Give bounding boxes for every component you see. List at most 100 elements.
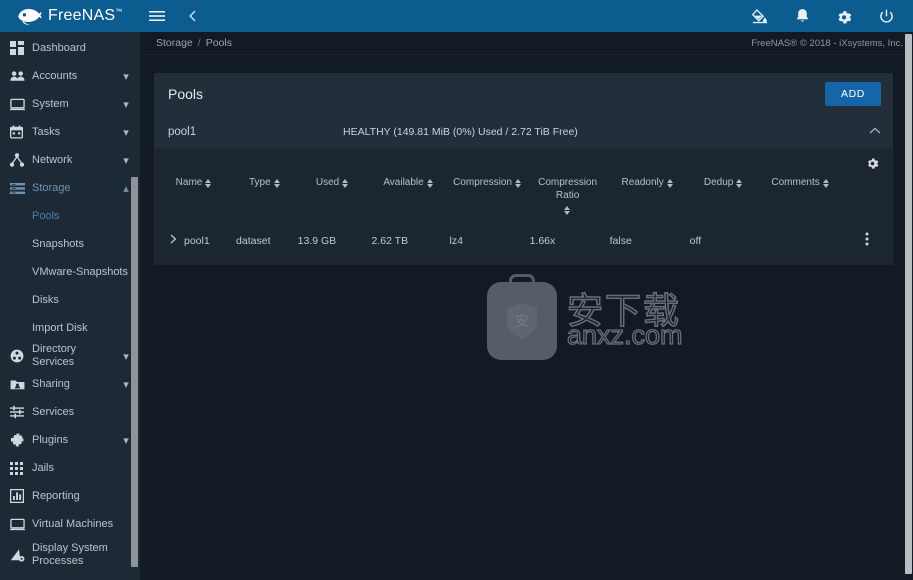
storage-stack-icon [10,182,32,195]
sidebar-item-system[interactable]: System ▾ [0,90,140,118]
chevron-up-icon[interactable] [869,126,881,138]
sidebar-scrollbar-thumb[interactable] [131,177,138,567]
watermark-shield-icon [507,303,537,339]
sidebar-item-services[interactable]: Services [0,398,140,426]
pools-card-header: Pools ADD [154,73,893,115]
sidebar-item-storage[interactable]: Storage ▴ [0,174,140,202]
sort-icon[interactable] [273,178,281,189]
sidebar-item-directory-services[interactable]: Directory Services ▾ [0,342,140,370]
sidebar-subitem-label: Pools [32,210,60,222]
freenas-fish-logo-icon [16,6,42,26]
brand-area[interactable]: FreeNAS™ [0,0,140,32]
column-header-actions [842,175,893,224]
row-kebab-menu-icon[interactable] [865,232,869,249]
main-content-area: Storage / Pools FreeNAS® © 2018 - iXsyst… [140,32,913,580]
power-icon[interactable] [875,5,897,27]
cell-actions [842,224,893,257]
sidebar-item-label: Reporting [32,489,80,502]
sidebar-item-sharing[interactable]: Sharing ▾ [0,370,140,398]
sort-icon[interactable] [564,205,571,216]
sidebar-item-label: Directory Services [32,343,77,368]
sidebar-caret[interactable]: ▾ [120,126,132,139]
sidebar-item-shell[interactable]: Shell [0,572,140,580]
column-header-name[interactable]: Name [154,175,234,224]
sort-icon[interactable] [666,178,674,189]
sort-icon[interactable] [426,178,434,189]
watermark-domain-text: anxz.com [566,320,683,351]
theme-picker-icon[interactable] [749,5,771,27]
breadcrumb-storage[interactable]: Storage [156,37,193,49]
table-settings-gear-icon[interactable] [866,156,879,169]
chevron-right-icon[interactable] [170,234,177,247]
pool-summary-row[interactable]: pool1 HEALTHY (149.81 MiB (0%) Used / 2.… [154,115,893,149]
sort-icon[interactable] [736,178,743,189]
add-pool-button[interactable]: ADD [825,82,881,106]
column-header-comments[interactable]: Comments [760,175,842,224]
plugins-puzzle-icon [10,433,32,447]
sidebar-subitem-import-disk[interactable]: Import Disk [0,314,140,342]
sidebar-item-dashboard[interactable]: Dashboard [0,34,140,62]
column-header-compression[interactable]: Compression [448,175,528,224]
system-processes-icon [10,548,32,562]
breadcrumb-separator: / [197,37,201,49]
tasks-calendar-icon [10,125,32,139]
cell-name: pool1 [154,224,234,257]
pool-name-label: pool1 [168,125,197,138]
dashboard-grid-icon [10,41,32,55]
freenas-app-window: FreeNAS™ Dashboard Accounts ▾ System ▾ T… [0,0,913,580]
sort-icon[interactable] [342,178,349,189]
column-header-used[interactable]: Used [296,175,370,224]
column-header-compression-ratio[interactable]: Compression Ratio [528,175,608,224]
sidebar-item-network[interactable]: Network ▾ [0,146,140,174]
sidebar-subitem-pools[interactable]: Pools [0,202,140,230]
page-scrollbar-thumb[interactable] [905,34,912,574]
table-toolbar [154,149,893,175]
page-scrollbar[interactable] [904,32,913,580]
chevron-left-icon[interactable] [182,5,204,27]
sidebar-item-label: Services [32,405,75,418]
page-title: Pools [168,86,204,102]
directory-services-icon [10,349,32,363]
sort-icon[interactable] [822,178,830,189]
pools-table-wrapper: Name Type Used Available Compression Com… [154,149,893,265]
table-row[interactable]: pool1 dataset 13.9 GB 2.62 TB lz4 1.66x … [154,224,893,257]
sidebar-item-plugins[interactable]: Plugins ▾ [0,426,140,454]
column-header-dedup[interactable]: Dedup [688,175,760,224]
notifications-bell-icon[interactable] [791,5,813,27]
sidebar-item-label: System [32,97,69,110]
sidebar-caret[interactable]: ▾ [120,98,132,111]
sidebar-item-label: Plugins [32,433,69,446]
sidebar-subitem-disks[interactable]: Disks [0,286,140,314]
sidebar-caret[interactable]: ▾ [120,70,132,83]
brand-name: FreeNAS™ [48,7,123,24]
column-label: Name [175,177,203,188]
column-label: Compression Ratio [538,177,598,201]
pools-table: Name Type Used Available Compression Com… [154,175,893,257]
sort-icon[interactable] [515,178,522,189]
sidebar-subitem-snapshots[interactable]: Snapshots [0,230,140,258]
pools-table-header-row: Name Type Used Available Compression Com… [154,175,893,224]
sidebar-item-tasks[interactable]: Tasks ▾ [0,118,140,146]
cell-dedup: off [689,234,702,247]
watermark-badge-icon: 安 [487,274,557,360]
sidebar-item-display-system-processes[interactable]: Display System Processes [0,538,140,572]
sidebar-subitem-vmware-snapshots[interactable]: VMware-Snapshots [0,258,140,286]
sidebar-item-jails[interactable]: Jails [0,454,140,482]
sidebar-item-accounts[interactable]: Accounts ▾ [0,62,140,90]
sidebar-item-label: Jails [32,461,55,474]
column-header-type[interactable]: Type [234,175,296,224]
sidebar-item-reporting[interactable]: Reporting [0,482,140,510]
watermark-wordmark: 安下载 anxz.com [566,292,683,351]
services-sliders-icon [10,405,32,419]
app-body: Dashboard Accounts ▾ System ▾ Tasks ▾ Ne… [0,32,913,580]
column-header-readonly[interactable]: Readonly [608,175,688,224]
sort-icon[interactable] [205,178,212,189]
settings-gear-icon[interactable] [833,5,855,27]
column-header-available[interactable]: Available [370,175,448,224]
sidebar-caret[interactable]: ▾ [120,154,132,167]
breadcrumb-pools[interactable]: Pools [206,37,232,49]
sidebar-item-virtual-machines[interactable]: Virtual Machines [0,510,140,538]
topbar-action-icons [749,5,913,27]
cell-readonly: false [609,234,632,247]
hamburger-menu-icon[interactable] [146,5,168,27]
